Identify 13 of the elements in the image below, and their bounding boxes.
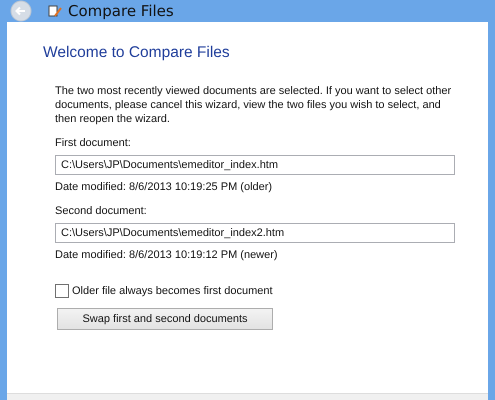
back-icon[interactable]	[10, 0, 32, 22]
wizard-heading: Welcome to Compare Files	[43, 44, 230, 62]
path-field[interactable]: C:\Users\JP\Documents\emeditor_index.htm	[55, 155, 455, 175]
window-title: Compare Files	[68, 2, 174, 20]
app-icon	[48, 4, 62, 18]
field-label: Second document:	[55, 204, 147, 218]
swap-button[interactable]: Swap first and second documents	[57, 308, 273, 330]
intro-text: The two most recently viewed documents are selected. If you want to select other documents, please cancel this wizard, view the two files you wish to select, and then reopen the wizard.	[55, 84, 452, 126]
date-text: Date modified: 8/6/2013 10:19:12 PM (newer)	[55, 248, 278, 262]
field-label: First document:	[55, 136, 131, 150]
path-field[interactable]: C:\Users\JP\Documents\emeditor_index2.htm	[55, 223, 455, 243]
older-first-checkbox[interactable]: Older file always becomes first document	[55, 284, 273, 298]
date-text: Date modified: 8/6/2013 10:19:25 PM (older)	[55, 180, 272, 194]
